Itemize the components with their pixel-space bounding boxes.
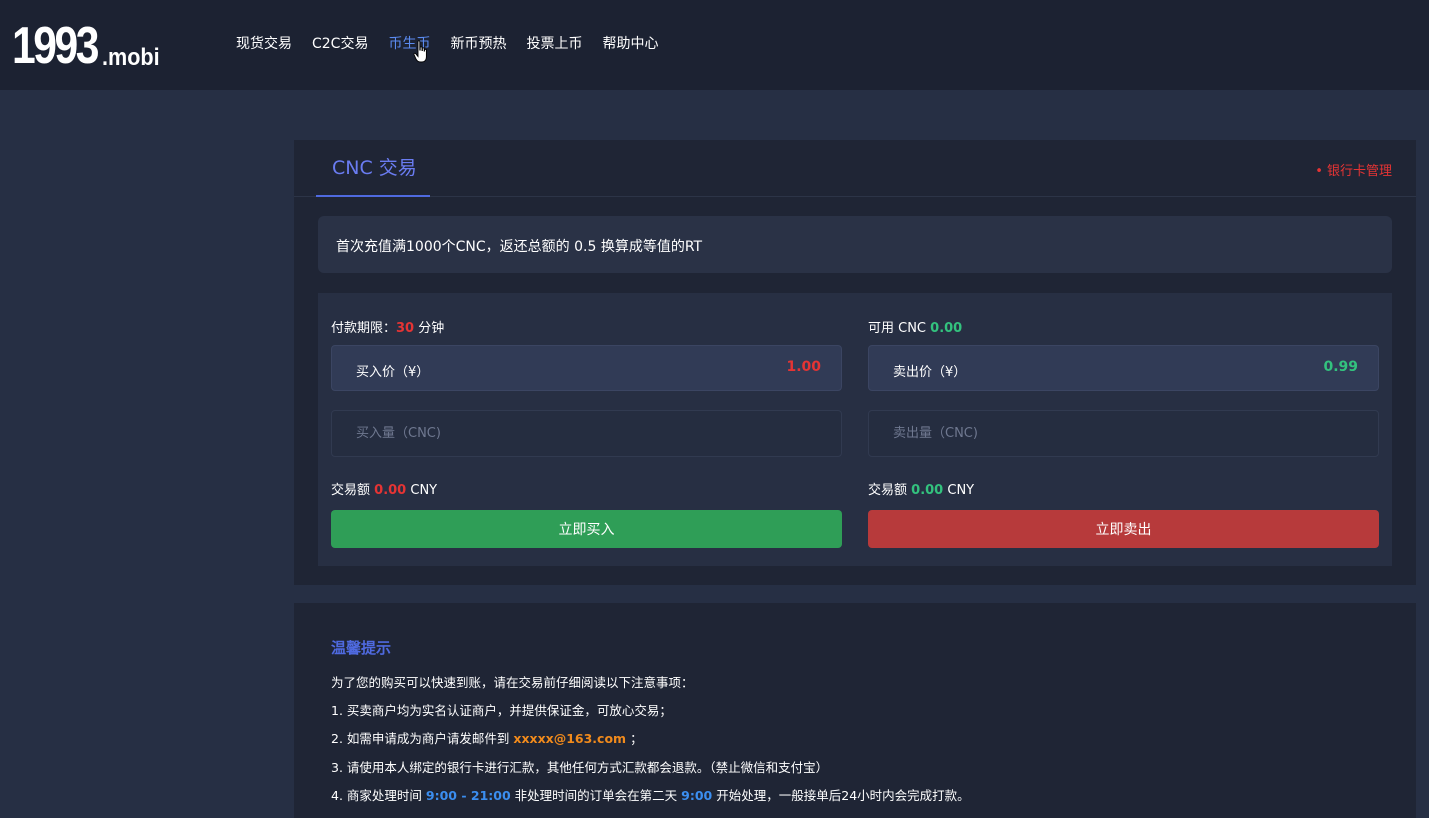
sell-quantity-input[interactable] — [868, 410, 1379, 457]
buy-price-label: 买入价（¥） — [356, 365, 430, 380]
merchant-email-link[interactable]: xxxxx@163.com — [513, 731, 626, 746]
buy-price-box: 买入价（¥） 1.00 — [331, 345, 842, 391]
nav-item-vote-listing[interactable]: 投票上币 — [526, 34, 582, 54]
available-balance-label: 可用 CNC — [868, 321, 927, 336]
buy-total-unit: CNY — [410, 483, 438, 498]
hand-cursor-icon — [413, 40, 427, 63]
logo-suffix-text: .mobi — [102, 44, 160, 71]
bank-card-management-link[interactable]: • 银行卡管理 — [1315, 160, 1392, 179]
payment-deadline: 付款期限：30 分钟 — [331, 317, 444, 336]
tips-title: 温馨提示 — [331, 639, 392, 657]
tips-line-2-suffix: ； — [630, 731, 643, 746]
tips-line-1: 1. 买卖商户均为实名认证商户，并提供保证金，可放心交易； — [331, 703, 672, 718]
payment-deadline-value: 30 — [396, 321, 415, 336]
logo-main-text: 1993 — [12, 17, 99, 75]
logo[interactable]: 1993 .mobi — [12, 18, 166, 72]
tips-line-2: 2. 如需申请成为商户请发邮件到 xxxxx@163.com ； — [331, 728, 643, 747]
buy-quantity-input[interactable] — [331, 410, 842, 457]
tab-active-indicator — [316, 195, 430, 197]
sell-total-unit: CNY — [947, 483, 975, 498]
nav-item-spot-trading[interactable]: 现货交易 — [236, 34, 292, 54]
tips-line-4: 4. 商家处理时间 9:00 - 21:00 非处理时间的订单会在第二天 9:0… — [331, 785, 970, 804]
tips-line-3: 3. 请使用本人绑定的银行卡进行汇款，其他任何方式汇款都会退款。（禁止微信和支付… — [331, 760, 829, 775]
trade-card-header: CNC 交易 • 银行卡管理 — [294, 140, 1416, 197]
buy-total: 交易额 0.00 CNY — [331, 479, 437, 498]
payment-deadline-unit: 分钟 — [418, 321, 445, 336]
promo-notice: 首次充值满1000个CNC，返还总额的 0.5 换算成等值的RT — [318, 216, 1392, 273]
nav-item-c2c-trading[interactable]: C2C交易 — [312, 34, 368, 54]
buy-now-button[interactable]: 立即买入 — [331, 510, 842, 548]
sell-now-button[interactable]: 立即卖出 — [868, 510, 1379, 548]
buy-total-label: 交易额 — [331, 483, 371, 498]
tips-line-4-mid: 非处理时间的订单会在第二天 — [514, 788, 678, 803]
promo-notice-text: 首次充值满1000个CNC，返还总额的 0.5 换算成等值的RT — [336, 239, 703, 255]
buy-total-value: 0.00 — [374, 483, 407, 498]
sell-price-label: 卖出价（¥） — [893, 365, 967, 380]
nav-item-new-coin-preheat[interactable]: 新币预热 — [450, 34, 506, 54]
tips-line-4-prefix: 4. 商家处理时间 — [331, 788, 422, 803]
trade-panel: 付款期限：30 分钟 买入价（¥） 1.00 交易额 0.00 CNY 立即买入… — [318, 293, 1392, 566]
main-nav: 现货交易 C2C交易 币生币 新币预热 投票上币 帮助中心 — [236, 34, 678, 54]
buy-price-value: 1.00 — [786, 359, 821, 375]
tips-intro: 为了您的购买可以快速到账，请在交易前仔细阅读以下注意事项： — [331, 675, 694, 690]
sell-total: 交易额 0.00 CNY — [868, 479, 974, 498]
available-balance-value: 0.00 — [930, 321, 963, 336]
tips-line-4-suffix: 开始处理，一般接单后24小时内会完成打款。 — [716, 788, 970, 803]
tips-card: 温馨提示 为了您的购买可以快速到账，请在交易前仔细阅读以下注意事项： 1. 买卖… — [294, 603, 1416, 818]
tab-cnc-trading[interactable]: CNC 交易 — [332, 156, 417, 180]
sell-total-value: 0.00 — [911, 483, 944, 498]
sell-price-box: 卖出价（¥） 0.99 — [868, 345, 1379, 391]
top-navbar: 1993 .mobi 现货交易 C2C交易 币生币 新币预热 投票上币 帮助中心 — [0, 0, 1429, 90]
tips-line-4-hours: 9:00 - 21:00 — [425, 788, 511, 803]
sell-total-label: 交易额 — [868, 483, 908, 498]
trade-card: CNC 交易 • 银行卡管理 首次充值满1000个CNC，返还总额的 0.5 换… — [294, 140, 1416, 585]
available-balance: 可用 CNC 0.00 — [868, 317, 962, 336]
sell-price-value: 0.99 — [1323, 359, 1358, 375]
buy-column: 付款期限：30 分钟 买入价（¥） 1.00 交易额 0.00 CNY 立即买入 — [331, 293, 842, 566]
nav-item-help-center[interactable]: 帮助中心 — [602, 34, 658, 54]
tips-line-2-prefix: 2. 如需申请成为商户请发邮件到 — [331, 731, 510, 746]
payment-deadline-label: 付款期限： — [331, 321, 397, 336]
tips-line-4-start: 9:00 — [681, 788, 713, 803]
sell-column: 可用 CNC 0.00 卖出价（¥） 0.99 交易额 0.00 CNY 立即卖… — [868, 293, 1379, 566]
